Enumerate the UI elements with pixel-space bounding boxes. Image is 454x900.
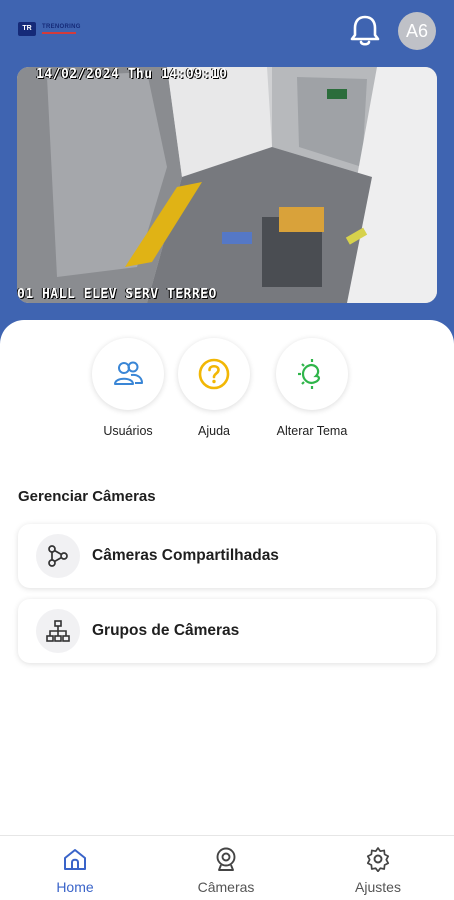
camera-groups-card[interactable]: Grupos de Câmeras [18, 599, 436, 663]
theme-label: Alterar Tema [276, 424, 348, 438]
logo-text: TRENORING [42, 24, 81, 30]
bottom-navigation: Home Câmeras Ajustes [0, 835, 454, 900]
logo-underline [42, 32, 76, 34]
quick-actions: Usuários Ajuda Alterar Tema [0, 338, 454, 448]
camera-feed-preview[interactable]: 14/02/2024 Thu 14:09:10 01 HALL ELEV SER… [17, 67, 437, 303]
camera-name: 01 HALL ELEV SERV TERREO [17, 287, 217, 302]
nav-home-label: Home [56, 879, 94, 895]
notifications-bell-icon[interactable] [346, 12, 384, 50]
help-icon [198, 358, 230, 390]
manage-cameras-title: Gerenciar Câmeras [18, 488, 156, 505]
settings-icon [366, 847, 390, 873]
webcam-icon [216, 847, 236, 871]
theme-icon [298, 359, 320, 389]
logo-mark: TR [18, 22, 36, 36]
help-action[interactable]: Ajuda [159, 338, 269, 438]
share-icon [48, 545, 68, 567]
camera-snapshot [17, 67, 437, 303]
theme-action[interactable]: Alterar Tema [257, 338, 367, 438]
nav-settings-label: Ajustes [355, 879, 401, 895]
nav-cameras[interactable]: Câmeras [171, 846, 281, 895]
home-icon [64, 849, 86, 870]
user-avatar[interactable]: A6 [398, 12, 436, 50]
nav-cameras-label: Câmeras [197, 879, 255, 895]
camera-groups-label: Grupos de Câmeras [92, 622, 240, 639]
hierarchy-icon [46, 620, 70, 642]
shared-cameras-card[interactable]: Câmeras Compartilhadas [18, 524, 436, 588]
camera-timestamp: 14/02/2024 Thu 14:09:10 [36, 67, 228, 82]
users-icon [114, 361, 143, 385]
shared-cameras-label: Câmeras Compartilhadas [92, 547, 279, 564]
nav-settings[interactable]: Ajustes [323, 846, 433, 895]
nav-home[interactable]: Home [20, 846, 130, 895]
brand-logo: TR TRENORING [18, 22, 81, 36]
help-label: Ajuda [198, 424, 230, 438]
